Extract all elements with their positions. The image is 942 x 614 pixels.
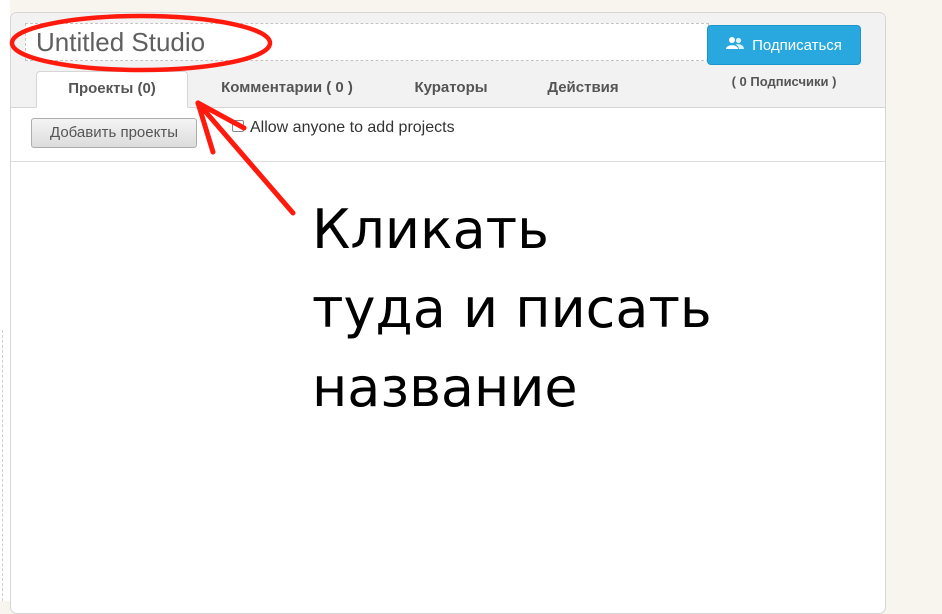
- add-projects-button[interactable]: Добавить проекты: [31, 118, 197, 148]
- page-left-divider: [2, 330, 3, 601]
- tab-comments[interactable]: Комментарии ( 0 ): [207, 71, 367, 108]
- subscriber-count: ( 0 Подписчики ): [731, 74, 837, 89]
- subscribe-button[interactable]: Подписаться: [707, 25, 861, 65]
- tab-curators[interactable]: Кураторы: [401, 71, 501, 108]
- studio-title-input[interactable]: [25, 23, 709, 61]
- allow-anyone-label: Allow anyone to add projects: [250, 119, 455, 136]
- studio-header: Подписаться ( 0 Подписчики ) Проекты (0)…: [11, 13, 885, 108]
- users-icon: [726, 36, 752, 54]
- annotation-line-3: название: [312, 356, 578, 419]
- subscribe-label: Подписаться: [752, 36, 842, 54]
- projects-toolbar: Добавить проекты Allow anyone to add pro…: [11, 108, 885, 162]
- annotation-line-2: туда и писать: [312, 277, 712, 340]
- annotation-text: Кликать туда и писать название: [312, 190, 712, 427]
- tab-projects[interactable]: Проекты (0): [36, 71, 188, 108]
- annotation-line-1: Кликать: [312, 198, 549, 261]
- allow-anyone-checkbox[interactable]: [232, 120, 244, 132]
- tab-activity[interactable]: Действия: [533, 71, 633, 108]
